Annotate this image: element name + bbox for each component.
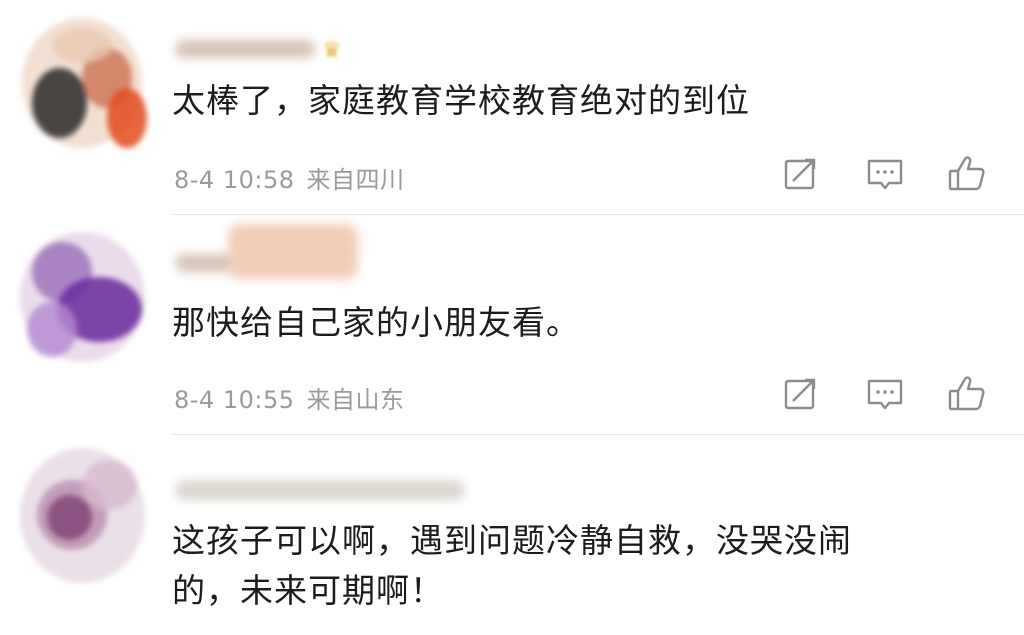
comment-text: 那快给自己家的小朋友看。 — [172, 303, 580, 342]
share-button[interactable] — [779, 372, 823, 416]
like-icon — [948, 156, 985, 191]
comment-icon — [867, 379, 903, 410]
comment-actions — [779, 372, 994, 416]
comment-meta: 8-4 10:58 来自四川 — [174, 160, 417, 195]
username-redacted[interactable] — [175, 476, 475, 502]
avatar[interactable] — [12, 222, 162, 372]
comment-icon — [867, 159, 903, 190]
like-button[interactable] — [945, 152, 989, 196]
comment-location: 来自四川 — [306, 166, 405, 194]
share-icon — [784, 158, 816, 190]
comment-actions — [779, 152, 994, 196]
avatar[interactable] — [12, 8, 162, 158]
comment-feed: ♛ 太棒了，家庭教育学校教育绝对的到位 8-4 10:58 来自四川 那快给自己… — [0, 0, 1024, 635]
comment-button[interactable] — [863, 372, 907, 416]
comment-text: 太棒了，家庭教育学校教育绝对的到位 — [172, 81, 750, 120]
comment-time: 8-4 10:55 — [174, 386, 295, 414]
decoration-redacted — [228, 224, 358, 284]
divider — [172, 434, 1024, 435]
avatar[interactable] — [12, 440, 162, 590]
comment-text: 这孩子可以啊，遇到问题冷静自救，没哭没闹 的，未来可期啊！ — [172, 521, 852, 610]
comment-time: 8-4 10:58 — [174, 166, 295, 194]
share-button[interactable] — [779, 152, 823, 196]
comment-location: 来自山东 — [306, 386, 405, 414]
divider — [172, 214, 1024, 215]
like-icon — [948, 376, 985, 411]
crown-icon: ♛ — [322, 38, 342, 63]
share-icon — [784, 378, 816, 410]
comment-button[interactable] — [863, 152, 907, 196]
like-button[interactable] — [945, 372, 989, 416]
comment-meta: 8-4 10:55 来自山东 — [174, 380, 417, 415]
